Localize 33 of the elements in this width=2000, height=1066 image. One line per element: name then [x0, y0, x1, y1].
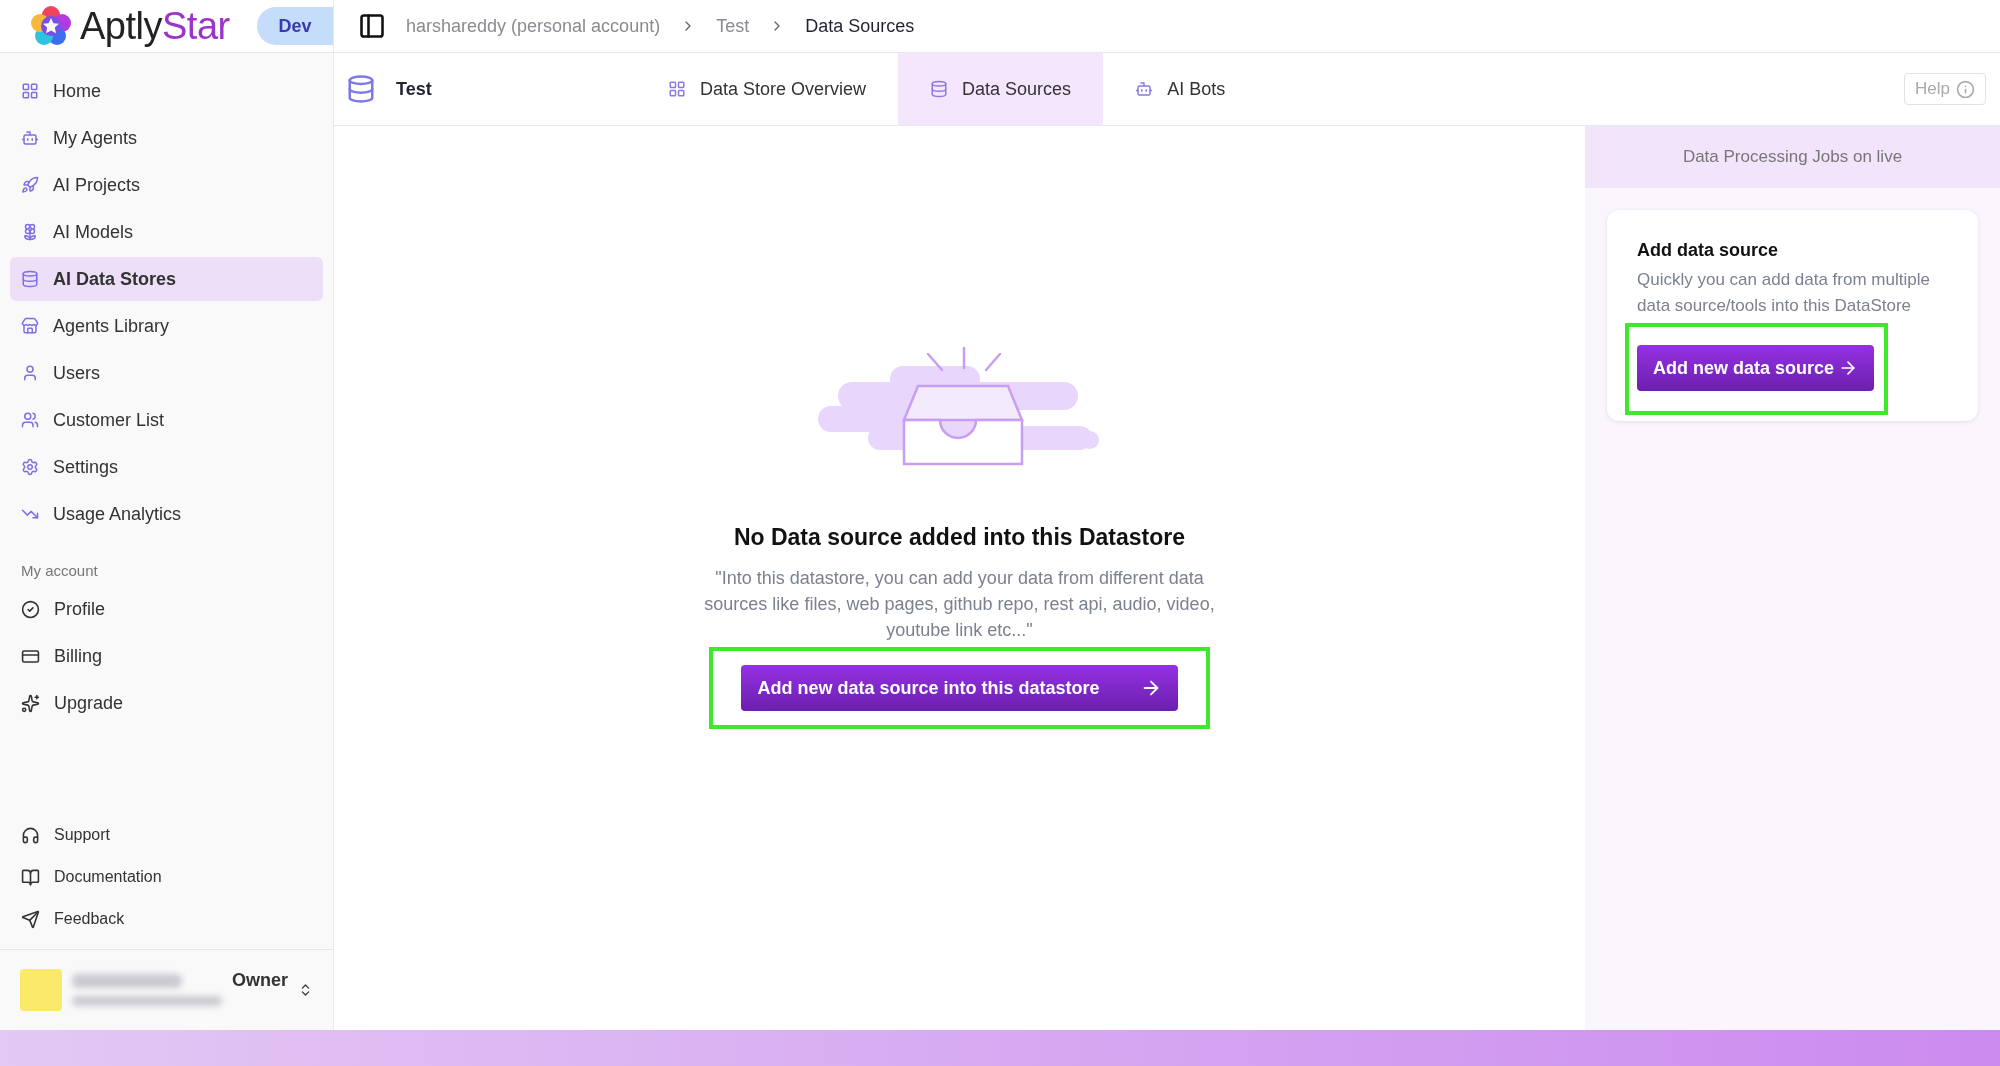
sidebar-item[interactable]: AI Data Stores [10, 257, 323, 301]
tab[interactable]: AI Bots [1103, 53, 1258, 125]
sidebar-item[interactable]: Feedback [10, 899, 323, 939]
datastore-title: Test [396, 78, 432, 100]
add-data-source-button[interactable]: Add new data source into this datastore [741, 665, 1178, 711]
sidebar-item[interactable]: Usage Analytics [10, 492, 323, 536]
empty-state-title: No Data source added into this Datastore [733, 524, 1186, 551]
add-data-source-button[interactable]: Add new data source [1637, 345, 1875, 391]
card-title: Add data source [1637, 240, 1780, 261]
env-badge: Dev [257, 7, 333, 45]
section-heading: My account [20, 561, 99, 581]
empty-state-description: "Into this datastore, you can add your data from different data sources like files, web pages, github repo, rest api, audio, video, youtube link etc..." [703, 567, 1216, 642]
sidebar-item[interactable]: Agents Library [10, 304, 323, 348]
sidebar-item[interactable]: Customer List [10, 398, 323, 442]
sidebar-item[interactable]: Upgrade [10, 681, 323, 725]
sidebar-item[interactable]: AI Models [10, 210, 323, 254]
sidebar-item[interactable]: Support [10, 815, 323, 855]
card-description: Quickly you can add data from multiple data source/tools into this DataStore [1637, 269, 1931, 317]
sidebar-item[interactable]: Users [10, 351, 323, 395]
sidebar-item[interactable]: Settings [10, 445, 323, 489]
tab[interactable]: Data Store Overview [636, 53, 899, 125]
sidebar-item[interactable]: Profile [10, 587, 323, 631]
logo-text: AptlyStar [80, 4, 230, 48]
tab[interactable]: Data Sources [898, 53, 1104, 125]
user-role: Owner [232, 970, 288, 991]
sidebar-item[interactable]: Home [10, 69, 323, 113]
sidebar-item[interactable]: AI Projects [10, 163, 323, 207]
breadcrumb-link[interactable]: harshareddy (personal account) [406, 15, 661, 37]
sidebar-item[interactable]: My Agents [10, 116, 323, 160]
panel-header: Data Processing Jobs on live [1585, 126, 2000, 188]
breadcrumb-link[interactable]: Data Sources [805, 15, 915, 37]
sidebar-item[interactable]: Billing [10, 634, 323, 678]
sidebar-item[interactable]: Documentation [10, 857, 323, 897]
